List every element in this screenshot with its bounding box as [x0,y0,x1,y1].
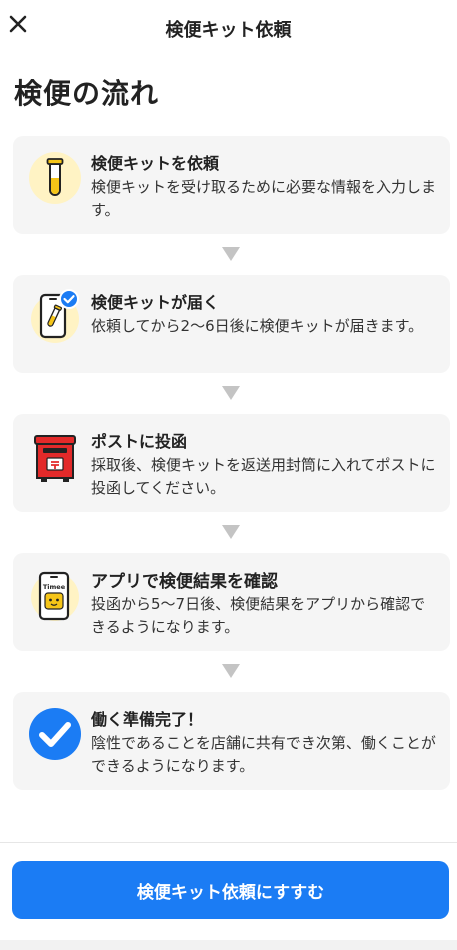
step-title: 働く準備完了！ [91,710,204,729]
phone-kit-check-icon [27,289,83,345]
step-title: アプリで検便結果を確認 [91,572,278,592]
step-description: 採取後、検便キットを返送用封筒に入れてポストに投函してください。 [91,456,436,497]
request-kit-button[interactable]: 検便キット依頼にすすむ [12,861,449,919]
step-title: 検便キットが届く [91,293,220,312]
header: 検便キット依頼 [0,0,457,56]
check-circle-icon [27,706,83,762]
down-arrow-icon [221,524,241,540]
step-title: ポストに投函 [91,432,188,451]
phone-app-icon: Timee [27,567,83,623]
step-card-request-kit: 検便キットを依頼 検便キットを受け取るために必要な情報を入力します。 [13,136,450,234]
step-card-post: ポストに投函 採取後、検便キットを返送用封筒に入れてポストに投函してください。 [13,414,450,512]
postbox-icon [27,428,83,484]
header-title: 検便キット依頼 [165,20,292,41]
down-arrow-icon [221,385,241,401]
step-description: 陰性であることを店舗に共有でき次第、働くことができるようになります。 [91,734,436,775]
step-title: 検便キットを依頼 [91,154,220,173]
step-card-ready: 働く準備完了！ 陰性であることを店舗に共有でき次第、働くことができるようになりま… [13,692,450,790]
bottom-bar [0,940,457,950]
step-description: 依頼してから2〜6日後に検便キットが届きます。 [91,317,424,335]
step-card-kit-arrives: 検便キットが届く 依頼してから2〜6日後に検便キットが届きます。 [13,275,450,373]
down-arrow-icon [221,246,241,262]
app-label: Timee [43,583,66,591]
down-arrow-icon [221,663,241,679]
test-tube-icon [27,150,83,206]
page-title: 検便の流れ [14,77,160,110]
step-description: 検便キットを受け取るために必要な情報を入力します。 [91,178,437,219]
footer-divider [0,842,457,843]
step-card-check-result: Timee アプリで検便結果を確認 投函から5〜7日後、検便結果をアプリから確認… [13,553,450,651]
step-description: 投函から5〜7日後、検便結果をアプリから確認できるようになります。 [91,595,426,636]
